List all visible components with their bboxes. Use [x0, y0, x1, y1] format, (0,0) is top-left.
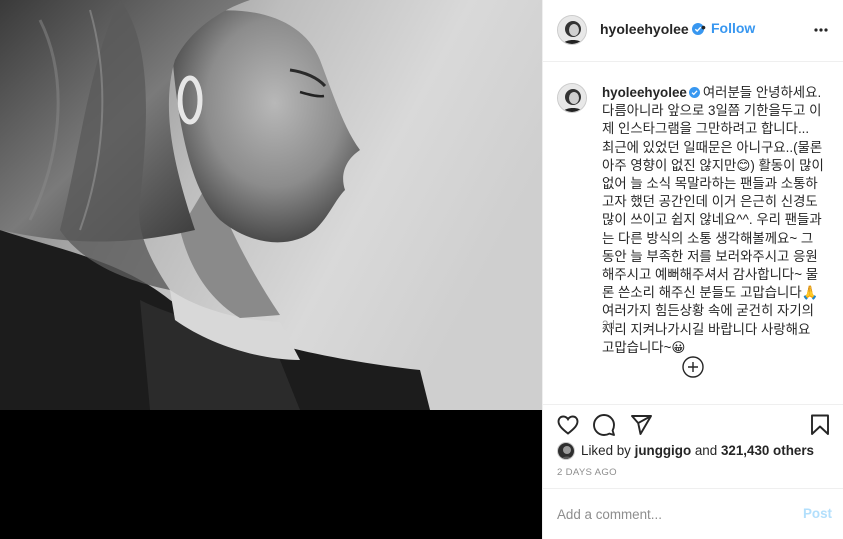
- comment-input[interactable]: [557, 503, 777, 525]
- likes-middle: and: [691, 443, 721, 458]
- follow-button[interactable]: Follow: [711, 20, 755, 36]
- avatar-image: [558, 84, 586, 112]
- plus-circle-icon[interactable]: [681, 355, 705, 379]
- post-header: hyoleehyolee • Follow: [543, 0, 843, 62]
- post-timestamp[interactable]: 2 DAYS AGO: [557, 467, 617, 478]
- heart-icon[interactable]: [556, 413, 580, 437]
- caption-time[interactable]: 2d: [602, 320, 615, 332]
- likes-text: Liked by junggigo and 321,430 others: [581, 443, 814, 458]
- likes-prefix: Liked by: [581, 443, 635, 458]
- post-comment-button[interactable]: Post: [803, 506, 832, 521]
- author-username-text[interactable]: hyoleehyolee: [600, 21, 689, 37]
- action-bar: [543, 404, 843, 442]
- caption-author-avatar[interactable]: [557, 83, 587, 113]
- more-horizontal-icon[interactable]: [813, 22, 829, 38]
- comment-composer: Post: [543, 488, 843, 539]
- comments-section: hyoleehyolee 여러분들 안녕하세요. 다름아니라 앞으로 3일쯤 기한…: [543, 63, 843, 404]
- author-avatar[interactable]: [557, 15, 587, 45]
- post-caption: hyoleehyolee 여러분들 안녕하세요. 다름아니라 앞으로 3일쯤 기한…: [602, 84, 824, 357]
- liker-avatar[interactable]: [557, 442, 575, 460]
- post-side-panel: hyoleehyolee • Follow hyoleehyolee여러분들: [542, 0, 843, 539]
- bookmark-icon[interactable]: [808, 413, 832, 437]
- post-photo[interactable]: [0, 0, 542, 539]
- post-photo-image: [0, 0, 542, 539]
- author-username[interactable]: hyoleehyolee: [600, 21, 704, 37]
- liker-username[interactable]: junggigo: [635, 443, 692, 458]
- comment-icon[interactable]: [592, 413, 616, 437]
- avatar-image: [558, 16, 586, 44]
- follow-separator: •: [701, 19, 706, 35]
- caption-username[interactable]: hyoleehyolee: [602, 85, 687, 100]
- caption-text: 여러분들 안녕하세요. 다름아니라 앞으로 3일쯤 기한을두고 이제 인스타그램…: [602, 85, 824, 355]
- likes-summary: Liked by junggigo and 321,430 others: [557, 440, 837, 462]
- verified-badge-icon: [688, 87, 700, 98]
- share-icon[interactable]: [629, 413, 653, 437]
- likes-count[interactable]: 321,430 others: [721, 443, 814, 458]
- avatar-image: [558, 443, 574, 459]
- instagram-post-window: hyoleehyolee • Follow hyoleehyolee여러분들: [0, 0, 843, 539]
